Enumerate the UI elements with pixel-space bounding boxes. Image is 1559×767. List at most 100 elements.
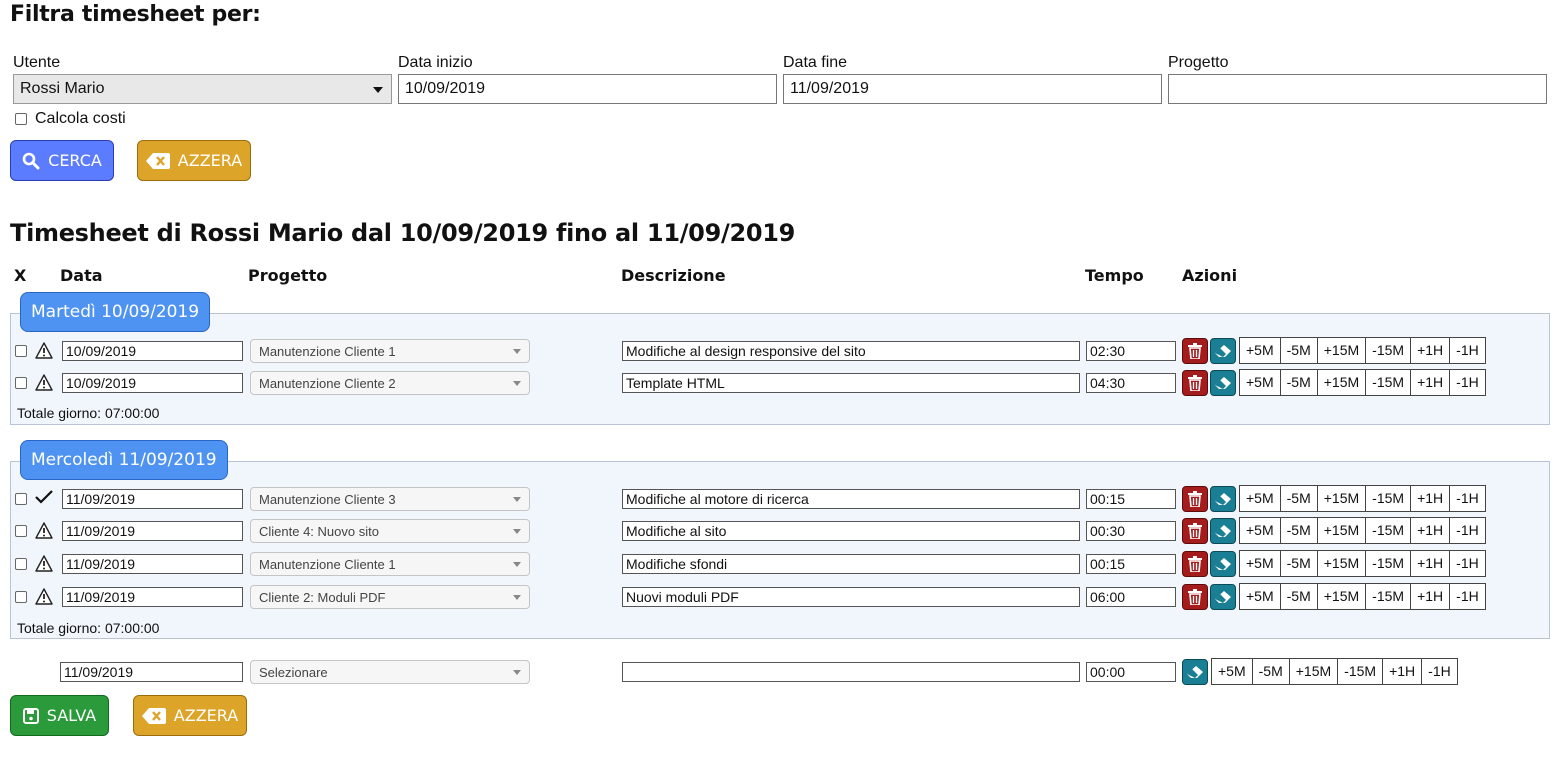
row-adjust-3[interactable]: -15M	[1366, 486, 1412, 511]
row-adjust-2[interactable]: +15M	[1318, 584, 1367, 609]
row-clear-button[interactable]	[1210, 370, 1236, 396]
row-adjust-2[interactable]: +15M	[1318, 518, 1367, 543]
row-delete-button[interactable]	[1182, 338, 1208, 364]
row-description-input[interactable]: Modifiche al sito	[622, 521, 1080, 541]
row-adjust-1[interactable]: -5M	[1281, 370, 1318, 395]
row-adjust-4[interactable]: +1H	[1411, 518, 1451, 543]
row-adjust-1[interactable]: -5M	[1281, 338, 1318, 363]
data-fine-input[interactable]: 11/09/2019	[783, 74, 1162, 104]
row-date-input[interactable]: 11/09/2019	[62, 554, 243, 574]
row-date-input[interactable]: 11/09/2019	[62, 521, 243, 541]
row-clear-button[interactable]	[1210, 486, 1236, 512]
row-select-checkbox[interactable]	[15, 345, 27, 357]
row-adjust-5[interactable]: -1H	[1450, 338, 1485, 363]
row-adjust-5[interactable]: -1H	[1450, 518, 1485, 543]
row-adjust-0[interactable]: +5M	[1240, 370, 1281, 395]
row-project-select[interactable]: Manutenzione Cliente 2	[250, 371, 530, 395]
new-adjust-5[interactable]: -1H	[1422, 659, 1457, 684]
row-adjust-3[interactable]: -15M	[1366, 370, 1412, 395]
row-adjust-0[interactable]: +5M	[1240, 486, 1281, 511]
row-project-select[interactable]: Cliente 4: Nuovo sito	[250, 519, 530, 543]
row-select-checkbox[interactable]	[15, 558, 27, 570]
row-adjust-1[interactable]: -5M	[1281, 518, 1318, 543]
row-date-input[interactable]: 10/09/2019	[62, 373, 243, 393]
row-time-input[interactable]: 02:30	[1086, 341, 1176, 361]
new-time-input[interactable]: 00:00	[1086, 662, 1176, 682]
row-clear-button[interactable]	[1210, 551, 1236, 577]
row-select-checkbox[interactable]	[15, 377, 27, 389]
row-description-input[interactable]: Modifiche al motore di ricerca	[622, 489, 1080, 509]
row-delete-button[interactable]	[1182, 486, 1208, 512]
row-select-checkbox[interactable]	[15, 525, 27, 537]
row-adjust-2[interactable]: +15M	[1318, 551, 1367, 576]
row-description-input[interactable]: Modifiche al design responsive del sito	[622, 341, 1080, 361]
row-delete-button[interactable]	[1182, 551, 1208, 577]
row-adjust-1[interactable]: -5M	[1281, 486, 1318, 511]
row-date-input[interactable]: 11/09/2019	[62, 489, 243, 509]
row-delete-button[interactable]	[1182, 518, 1208, 544]
row-adjust-0[interactable]: +5M	[1240, 338, 1281, 363]
new-adjust-4[interactable]: +1H	[1383, 659, 1423, 684]
row-select-checkbox[interactable]	[15, 493, 27, 505]
salva-button[interactable]: SALVA	[10, 695, 109, 736]
row-clear-button[interactable]	[1210, 518, 1236, 544]
row-description-input[interactable]: Modifiche sfondi	[622, 554, 1080, 574]
azzera-entry-button[interactable]: AZZERA	[133, 695, 247, 736]
new-project-select[interactable]: Selezionare	[250, 660, 530, 684]
cerca-button[interactable]: CERCA	[10, 140, 114, 181]
new-adjust-3[interactable]: -15M	[1338, 659, 1384, 684]
row-time-input[interactable]: 00:15	[1086, 489, 1176, 509]
new-adjust-2[interactable]: +15M	[1290, 659, 1339, 684]
row-project-select[interactable]: Manutenzione Cliente 3	[250, 487, 530, 511]
row-description-input[interactable]: Template HTML	[622, 373, 1080, 393]
row-adjust-0[interactable]: +5M	[1240, 518, 1281, 543]
row-time-input[interactable]: 00:30	[1086, 521, 1176, 541]
progetto-input[interactable]	[1168, 74, 1547, 104]
azzera-filter-button[interactable]: AZZERA	[137, 140, 251, 181]
row-time-input[interactable]: 06:00	[1086, 587, 1176, 607]
row-adjust-5[interactable]: -1H	[1450, 486, 1485, 511]
new-date-input[interactable]: 11/09/2019	[60, 662, 243, 682]
utente-select[interactable]: Rossi Mario	[13, 74, 392, 104]
row-adjust-2[interactable]: +15M	[1318, 338, 1367, 363]
row-project-select[interactable]: Cliente 2: Moduli PDF	[250, 585, 530, 609]
row-adjust-5[interactable]: -1H	[1450, 551, 1485, 576]
row-adjust-2[interactable]: +15M	[1318, 370, 1367, 395]
row-adjust-5[interactable]: -1H	[1450, 370, 1485, 395]
row-adjust-3[interactable]: -15M	[1366, 584, 1412, 609]
row-adjust-4[interactable]: +1H	[1411, 486, 1451, 511]
row-clear-button[interactable]	[1210, 584, 1236, 610]
row-select-checkbox[interactable]	[15, 591, 27, 603]
row-time-input[interactable]: 04:30	[1086, 373, 1176, 393]
row-adjust-3[interactable]: -15M	[1366, 518, 1412, 543]
row-clear-button[interactable]	[1210, 338, 1236, 364]
new-adjust-1[interactable]: -5M	[1253, 659, 1290, 684]
row-delete-button[interactable]	[1182, 584, 1208, 610]
row-project-select[interactable]: Manutenzione Cliente 1	[250, 552, 530, 576]
row-date-input[interactable]: 11/09/2019	[62, 587, 243, 607]
row-adjust-4[interactable]: +1H	[1411, 551, 1451, 576]
row-project-select[interactable]: Manutenzione Cliente 1	[250, 339, 530, 363]
row-adjust-3[interactable]: -15M	[1366, 551, 1412, 576]
row-adjust-0[interactable]: +5M	[1240, 584, 1281, 609]
row-status	[35, 522, 53, 544]
row-adjust-4[interactable]: +1H	[1411, 370, 1451, 395]
row-adjust-0[interactable]: +5M	[1240, 551, 1281, 576]
row-adjust-3[interactable]: -15M	[1366, 338, 1412, 363]
row-adjust-4[interactable]: +1H	[1411, 338, 1451, 363]
new-description-input[interactable]	[622, 662, 1080, 682]
row-adjust-1[interactable]: -5M	[1281, 551, 1318, 576]
row-adjust-5[interactable]: -1H	[1450, 584, 1485, 609]
row-adjust-1[interactable]: -5M	[1281, 584, 1318, 609]
row-description-input[interactable]: Nuovi moduli PDF	[622, 587, 1080, 607]
calcola-costi-option[interactable]: Calcola costi	[15, 110, 126, 128]
row-time-input[interactable]: 00:15	[1086, 554, 1176, 574]
row-adjust-2[interactable]: +15M	[1318, 486, 1367, 511]
row-delete-button[interactable]	[1182, 370, 1208, 396]
new-clear-button[interactable]	[1182, 659, 1208, 685]
row-date-input[interactable]: 10/09/2019	[62, 341, 243, 361]
new-adjust-0[interactable]: +5M	[1212, 659, 1253, 684]
data-inizio-input[interactable]: 10/09/2019	[398, 74, 777, 104]
row-adjust-4[interactable]: +1H	[1411, 584, 1451, 609]
calcola-costi-checkbox[interactable]	[15, 113, 27, 125]
